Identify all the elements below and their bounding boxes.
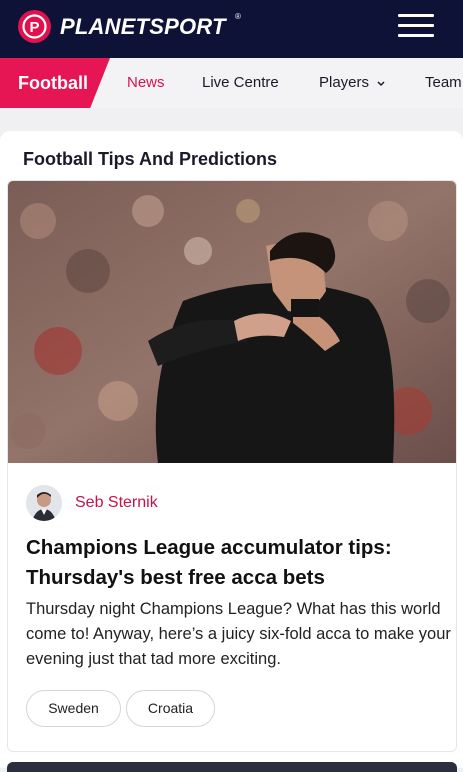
hamburger-menu-icon[interactable] xyxy=(398,14,434,38)
author-name-link[interactable]: Seb Sternik xyxy=(75,494,158,512)
sport-nav: Football News Live Centre Players Team xyxy=(0,58,463,108)
chevron-down-icon[interactable] xyxy=(376,80,386,87)
article-hero-image[interactable] xyxy=(8,181,456,463)
tag-sweden[interactable]: Sweden xyxy=(26,690,121,727)
logo-wordmark[interactable]: PLANETSPORT xyxy=(60,15,226,39)
nav-players[interactable]: Players xyxy=(319,74,369,92)
site-header: P PLANETSPORT ® xyxy=(0,0,463,58)
nav-live-centre[interactable]: Live Centre xyxy=(202,74,279,92)
author-avatar[interactable] xyxy=(26,485,62,521)
registered-mark: ® xyxy=(235,12,241,21)
nav-news[interactable]: News xyxy=(127,74,165,92)
article-headline[interactable]: Champions League accumulator tips: Thurs… xyxy=(26,533,446,593)
article-card[interactable]: Seb Sternik Champions League accumulator… xyxy=(7,180,457,752)
planetsport-logo-icon[interactable]: P xyxy=(18,10,51,43)
svg-text:P: P xyxy=(29,19,39,36)
article-excerpt: Thursday night Champions League? What ha… xyxy=(26,600,451,668)
tag-croatia[interactable]: Croatia xyxy=(126,690,215,727)
section-title: Football Tips And Predictions xyxy=(23,149,278,169)
nav-team[interactable]: Team xyxy=(425,74,462,92)
nav-football-label[interactable]: Football xyxy=(18,73,88,93)
next-article-card-peek[interactable] xyxy=(7,762,457,772)
